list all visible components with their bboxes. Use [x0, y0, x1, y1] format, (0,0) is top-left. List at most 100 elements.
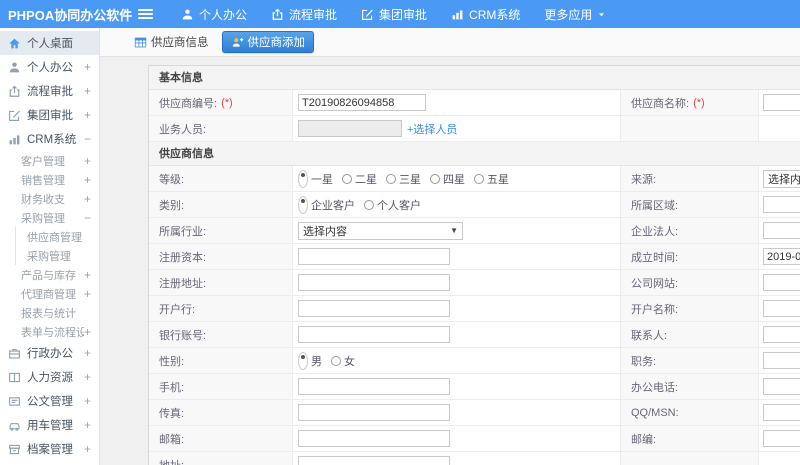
sidebar-item-human-resources[interactable]: 人力资源 +: [0, 365, 99, 389]
radio-icon: [298, 351, 308, 370]
bank-account-input[interactable]: [298, 326, 450, 343]
gender-radio-0[interactable]: 男: [298, 351, 322, 370]
nav-item-personal-office[interactable]: 个人办公: [169, 0, 259, 28]
select-person-link[interactable]: +选择人员: [407, 121, 457, 137]
expand-icon[interactable]: +: [84, 85, 91, 97]
tab-supplier-add[interactable]: 供应商添加: [221, 31, 314, 53]
nav-item-group-approval[interactable]: 集团审批: [349, 0, 439, 28]
sidebar-item-personal-office[interactable]: 个人办公 +: [0, 55, 99, 79]
zip-code-input[interactable]: [763, 430, 800, 447]
position-input[interactable]: [763, 352, 800, 369]
expand-icon[interactable]: +: [84, 395, 91, 407]
select-value: 选择内容: [768, 173, 800, 186]
sidebar-item-product-inventory[interactable]: 产品与库存 +: [0, 265, 99, 284]
select-value: 选择内容: [303, 225, 347, 238]
sidebar-item-sales-management[interactable]: 销售管理 +: [0, 170, 99, 189]
category-radio-0[interactable]: 企业客户: [298, 195, 355, 214]
sidebar-item-document-management[interactable]: 公文管理 +: [0, 389, 99, 413]
radio-icon: [298, 195, 308, 214]
nav-item-process-approval[interactable]: 流程审批: [259, 0, 349, 28]
bank-branch-input[interactable]: [298, 300, 450, 317]
sidebar-item-reports-statistics[interactable]: 报表与统计: [0, 303, 99, 322]
field-cell: +选择人员: [293, 116, 621, 141]
expand-icon[interactable]: +: [84, 61, 91, 73]
field-label: 联系人:: [631, 329, 668, 342]
address-input[interactable]: [298, 456, 450, 465]
field-cell: [759, 374, 800, 399]
sidebar-item-crm-system[interactable]: CRM系统 −: [0, 127, 99, 151]
sidebar-item-label: 表单与流程设置: [21, 326, 84, 339]
expand-icon[interactable]: +: [84, 193, 91, 205]
registered-address-input[interactable]: [298, 274, 450, 291]
sidebar-item-purchase-management[interactable]: 采购管理 −: [0, 208, 99, 227]
sidebar-item-admin-office[interactable]: 行政办公 +: [0, 341, 99, 365]
email-input[interactable]: [298, 430, 450, 447]
account-name-input[interactable]: [763, 300, 800, 317]
expand-icon[interactable]: +: [84, 443, 91, 455]
expand-icon[interactable]: +: [84, 288, 91, 300]
gender-radio-1[interactable]: 女: [331, 353, 355, 369]
sidebar-item-purchase-management-sub[interactable]: 采购管理: [0, 246, 99, 265]
tab-supplier-info[interactable]: 供应商信息: [130, 32, 213, 52]
source-select[interactable]: 选择内容▼: [763, 169, 800, 188]
radio-label: 企业客户: [311, 199, 355, 212]
field-label-cell: 联系人:: [621, 322, 759, 347]
expand-icon[interactable]: +: [84, 347, 91, 359]
sidebar-item-personal-desktop[interactable]: 个人桌面: [0, 31, 99, 55]
mobile-input[interactable]: [298, 378, 450, 395]
level-radio-2[interactable]: 三星: [386, 171, 421, 187]
expand-icon[interactable]: +: [84, 371, 91, 383]
business-person-input[interactable]: [298, 120, 402, 137]
collapse-icon[interactable]: −: [84, 133, 91, 145]
sidebar-item-process-approval[interactable]: 流程审批 +: [0, 79, 99, 103]
sidebar-item-supplier-management[interactable]: 供应商管理: [0, 227, 99, 246]
level-radio-1[interactable]: 二星: [342, 171, 377, 187]
legal-person-input[interactable]: [763, 222, 800, 239]
field-label: 手机:: [159, 381, 185, 394]
radio-icon: [386, 173, 396, 184]
sidebar-item-form-process-settings[interactable]: 表单与流程设置+: [0, 322, 99, 341]
supplier-name-input[interactable]: [763, 94, 800, 111]
company-website-input[interactable]: [763, 274, 800, 291]
field-label: 注册资本:: [159, 251, 207, 264]
industry-select[interactable]: 选择内容 ▼: [298, 221, 463, 240]
collapse-icon[interactable]: −: [84, 212, 91, 224]
level-radio-0[interactable]: 一星: [298, 169, 333, 188]
nav-item-more-apps[interactable]: 更多应用: [532, 0, 618, 28]
menu-toggle-icon[interactable]: [138, 9, 153, 19]
qq-msn-input[interactable]: [763, 404, 800, 421]
established-date-input[interactable]: [763, 248, 800, 265]
office-phone-input[interactable]: [763, 378, 800, 395]
sidebar-item-customer-management[interactable]: 客户管理 +: [0, 151, 99, 170]
sidebar-item-agent-management[interactable]: 代理商管理 +: [0, 284, 99, 303]
expand-icon[interactable]: +: [84, 269, 91, 281]
field-cell: [293, 374, 621, 399]
radio-icon: [298, 169, 308, 188]
field-label: 企业法人:: [631, 225, 679, 238]
level-radio-3[interactable]: 四星: [430, 171, 465, 187]
expand-icon[interactable]: +: [84, 109, 91, 121]
field-label: 性别:: [159, 355, 185, 368]
field-cell: [759, 452, 800, 465]
supplier-code-input[interactable]: [298, 94, 426, 111]
field-label: 供应商名称:: [631, 97, 690, 110]
category-radio-1[interactable]: 个人客户: [364, 197, 421, 213]
nav-item-label: CRM系统: [469, 7, 521, 22]
content-area: 供应商信息供应商添加 基本信息供应商编号:(*)供应商名称:(*)业务人员:+选…: [100, 28, 800, 465]
expand-icon[interactable]: +: [84, 326, 91, 338]
expand-icon[interactable]: +: [84, 174, 91, 186]
sidebar-item-finance-income-expense[interactable]: 财务收支 +: [0, 189, 99, 208]
expand-icon[interactable]: +: [84, 155, 91, 167]
sidebar-item-label: 采购管理: [21, 212, 65, 225]
radio-icon: [331, 355, 341, 366]
region-input[interactable]: [763, 196, 800, 213]
sidebar-item-archive-management[interactable]: 档案管理 +: [0, 437, 99, 461]
nav-item-crm-system[interactable]: CRM系统: [439, 0, 532, 28]
sidebar-item-group-approval[interactable]: 集团审批 +: [0, 103, 99, 127]
level-radio-4[interactable]: 五星: [474, 171, 509, 187]
registered-capital-input[interactable]: [298, 248, 450, 265]
contact-person-input[interactable]: [763, 326, 800, 343]
sidebar-item-vehicle-management[interactable]: 用车管理 +: [0, 413, 99, 437]
expand-icon[interactable]: +: [84, 419, 91, 431]
fax-input[interactable]: [298, 404, 450, 421]
